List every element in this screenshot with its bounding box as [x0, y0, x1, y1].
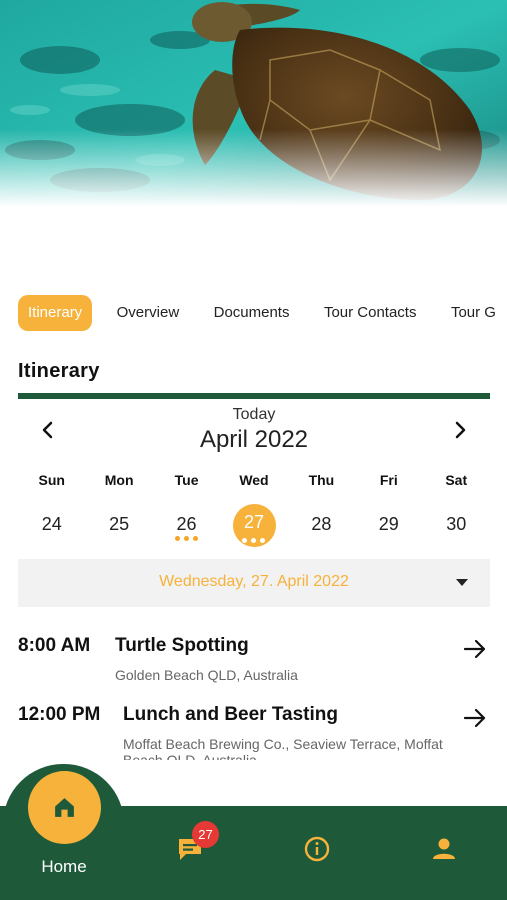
today-label[interactable]: Today: [18, 406, 490, 424]
weekday-label: Thu: [308, 472, 335, 488]
event-time: 8:00 AM: [18, 635, 91, 656]
event-list: 8:00 AM Turtle Spotting Golden Beach QLD…: [0, 625, 507, 760]
tab-documents[interactable]: Documents: [204, 295, 300, 331]
tab-overview[interactable]: Overview: [107, 295, 190, 331]
weekday-label: Fri: [379, 472, 398, 488]
home-icon: [55, 798, 74, 817]
tab-bar: Itinerary Overview Documents Tour Contac…: [18, 295, 507, 331]
arrow-right-icon[interactable]: [462, 637, 488, 661]
date-dropdown[interactable]: Wednesday, 27. April 2022: [18, 559, 490, 607]
event-dots: [220, 538, 287, 543]
info-icon[interactable]: [303, 835, 331, 863]
month-label: April 2022: [199, 426, 309, 453]
day-cell[interactable]: 30: [423, 504, 490, 550]
day-cell[interactable]: 28: [288, 504, 355, 550]
event-item[interactable]: 12:00 PM Lunch and Beer Tasting Moffat B…: [0, 694, 507, 760]
weekday-row: Sun Mon Tue Wed Thu Fri Sat: [18, 472, 490, 492]
day-number: 26: [176, 514, 197, 534]
day-number: 29: [378, 514, 399, 534]
person-icon[interactable]: [430, 835, 458, 863]
arrow-right-icon[interactable]: [462, 706, 488, 730]
caret-down-icon: [456, 579, 468, 586]
event-time: 12:00 PM: [18, 704, 101, 725]
day-number: 27: [243, 512, 264, 532]
event-title: Lunch and Beer Tasting: [123, 704, 339, 725]
day-row: 24 25 26 27 28 29 30: [18, 504, 490, 550]
messages-badge: 27: [192, 821, 219, 848]
calendar-header: Today April 2022: [18, 404, 490, 456]
home-label: Home: [41, 857, 87, 876]
day-cell-selected[interactable]: 27: [220, 504, 287, 550]
weekday-label: Sat: [445, 472, 468, 488]
section-divider: [18, 393, 490, 399]
weekday-label: Sun: [38, 472, 65, 488]
event-title: Turtle Spotting: [115, 635, 249, 656]
weekday-label: Tue: [174, 472, 199, 488]
selected-date-label: Wednesday, 27. April 2022: [159, 573, 349, 590]
tab-tour-contacts[interactable]: Tour Contacts: [314, 295, 427, 331]
day-number: 28: [311, 514, 332, 534]
event-location: Golden Beach QLD, Australia: [115, 667, 298, 683]
tab-tour-guide[interactable]: Tour G: [441, 295, 506, 331]
tab-itinerary[interactable]: Itinerary: [18, 295, 93, 331]
event-location: Moffat Beach Brewing Co., Seaview Terrac…: [123, 736, 443, 760]
chevron-right-icon[interactable]: [448, 418, 472, 442]
day-number: 30: [446, 514, 467, 534]
day-cell[interactable]: 25: [85, 504, 152, 550]
section-title: Itinerary: [18, 360, 100, 382]
event-item[interactable]: 8:00 AM Turtle Spotting Golden Beach QLD…: [0, 625, 507, 694]
day-number: 24: [41, 514, 62, 534]
hero-image: [0, 0, 507, 235]
day-cell[interactable]: 24: [18, 504, 85, 550]
day-cell[interactable]: 26: [153, 504, 220, 550]
day-cell[interactable]: 29: [355, 504, 422, 550]
home-button[interactable]: [28, 771, 101, 844]
event-dots: [153, 536, 220, 541]
weekday-label: Mon: [104, 472, 134, 488]
day-number: 25: [109, 514, 130, 534]
weekday-label: Wed: [239, 472, 269, 488]
